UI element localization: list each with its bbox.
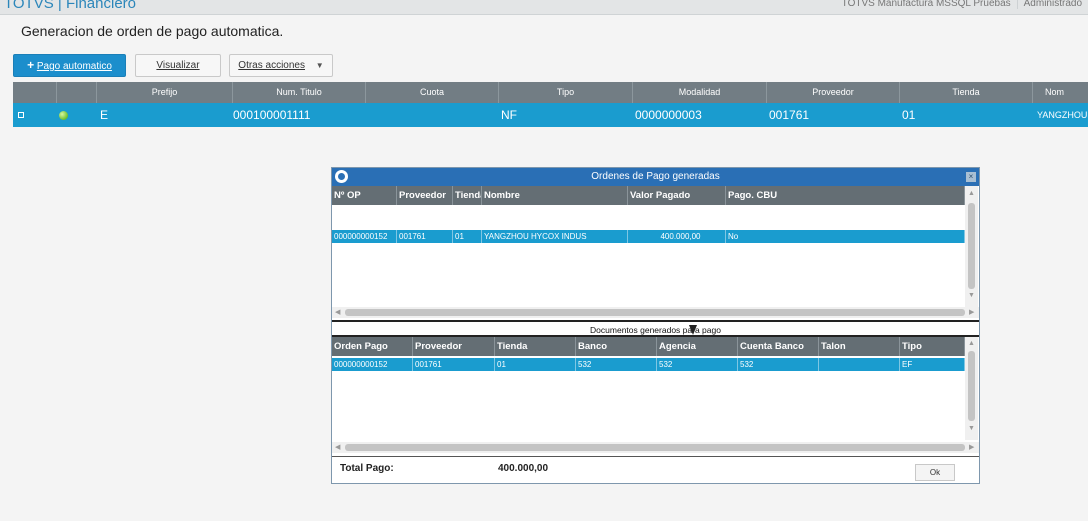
scroll-right-icon[interactable]: ▶: [969, 443, 974, 451]
cell-prefijo: E: [100, 108, 109, 122]
table-row[interactable]: E 000100001111 NF 0000000003 001761 01 Y…: [13, 103, 1088, 127]
cell-banco: 532: [576, 358, 657, 371]
scroll-up-icon[interactable]: ▲: [968, 340, 975, 347]
user-menu[interactable]: Administrado: [1016, 0, 1088, 9]
cell-proveedor: 001761: [769, 108, 810, 122]
scroll-right-icon[interactable]: ▶: [969, 308, 974, 316]
cell-modalidad: 0000000003: [635, 108, 702, 122]
header-orden-pago[interactable]: Orden Pago: [332, 337, 413, 356]
section-divider: [332, 320, 979, 322]
header-banco[interactable]: Banco: [576, 337, 657, 356]
cell-proveedor-doc: 001761: [413, 358, 495, 371]
row-checkbox[interactable]: [18, 112, 24, 118]
header-talon[interactable]: Talon: [819, 337, 900, 356]
cell-tienda-op: 01: [453, 230, 482, 243]
total-pago-value: 400.000,00: [498, 463, 549, 474]
ok-button[interactable]: Ok: [915, 464, 955, 481]
cell-num-titulo: 000100001111: [233, 108, 311, 122]
scroll-thumb[interactable]: [968, 203, 975, 289]
cell-valor-pagado: 400.000,00: [628, 230, 726, 243]
header-nombre-op[interactable]: Nombre: [482, 186, 628, 205]
pago-automatico-label: Pago automatico: [36, 61, 112, 72]
scroll-thumb[interactable]: [345, 444, 965, 451]
documentos-section-label: Documentos generados para pago: [590, 325, 721, 335]
cell-orden-pago: 000000000152: [332, 358, 413, 371]
documentos-horizontal-scrollbar[interactable]: ◀ ▶: [332, 442, 979, 453]
cell-tienda: 01: [902, 108, 916, 122]
header-num-titulo[interactable]: Num. Titulo: [232, 82, 365, 103]
header-tipo[interactable]: Tipo: [498, 82, 632, 103]
header-agencia[interactable]: Agencia: [657, 337, 738, 356]
header-cuota[interactable]: Cuota: [365, 82, 498, 103]
scroll-left-icon[interactable]: ◀: [335, 443, 340, 451]
ordenes-vertical-scrollbar[interactable]: ▲ ▼: [965, 186, 978, 307]
header-proveedor-op[interactable]: Proveedor: [397, 186, 453, 205]
scroll-down-icon[interactable]: ▼: [968, 425, 975, 432]
documentos-vertical-scrollbar[interactable]: ▲ ▼: [965, 337, 978, 440]
mouse-cursor-icon: [689, 325, 697, 335]
status-green-icon: [59, 111, 68, 120]
header-pago-cbu[interactable]: Pago. CBU: [726, 186, 965, 205]
scroll-thumb[interactable]: [345, 309, 965, 316]
header-proveedor[interactable]: Proveedor: [766, 82, 899, 103]
cell-proveedor-op: 001761: [397, 230, 453, 243]
cell-talon: [819, 358, 900, 371]
cell-tipo: NF: [501, 108, 517, 122]
app-title[interactable]: TOTVS | Financiero: [4, 0, 136, 12]
footer-divider: [332, 456, 979, 457]
top-right-info: TOTVS Manufactura MSSQL Pruebas Administr…: [836, 0, 1088, 9]
header-select-col: [13, 82, 56, 103]
header-valor-pagado[interactable]: Valor Pagado: [628, 186, 726, 205]
cell-tienda-doc: 01: [495, 358, 576, 371]
cell-nro-op: 000000000152: [332, 230, 397, 243]
environment-label[interactable]: TOTVS Manufactura MSSQL Pruebas: [836, 0, 1017, 9]
scroll-thumb[interactable]: [968, 351, 975, 421]
header-nombre[interactable]: Nom: [1032, 82, 1088, 103]
cell-agencia: 532: [657, 358, 738, 371]
page-title: Generacion de orden de pago automatica.: [21, 23, 284, 39]
otras-acciones-button[interactable]: Otras acciones ▼: [229, 54, 333, 77]
header-proveedor-doc[interactable]: Proveedor: [413, 337, 495, 356]
header-tienda-doc[interactable]: Tienda: [495, 337, 576, 356]
totvs-logo-icon: [335, 170, 348, 183]
dialog-title: Ordenes de Pago generadas: [591, 171, 720, 182]
ordenes-horizontal-scrollbar[interactable]: ◀ ▶: [332, 307, 979, 318]
cell-cuenta-banco: 532: [738, 358, 819, 371]
header-tienda-op[interactable]: Tienda: [453, 186, 482, 205]
scroll-down-icon[interactable]: ▼: [968, 292, 975, 299]
header-modalidad[interactable]: Modalidad: [632, 82, 766, 103]
otras-acciones-label: Otras acciones: [238, 60, 305, 71]
header-cuenta-banco[interactable]: Cuenta Banco: [738, 337, 819, 356]
chevron-down-icon: ▼: [315, 61, 324, 70]
header-tienda[interactable]: Tienda: [899, 82, 1032, 103]
cell-pago-cbu: No: [726, 230, 965, 243]
visualizar-label: Visualizar: [156, 60, 200, 71]
cell-nombre-op: YANGZHOU HYCOX INDUS: [482, 230, 628, 243]
header-tipo-doc[interactable]: Tipo: [900, 337, 965, 356]
header-prefijo[interactable]: Prefijo: [96, 82, 232, 103]
header-nro-op[interactable]: Nº OP: [332, 186, 397, 205]
close-icon[interactable]: ×: [966, 172, 976, 182]
scroll-left-icon[interactable]: ◀: [335, 308, 340, 316]
cell-tipo-doc: EF: [900, 358, 965, 371]
header-status-col: [56, 82, 96, 103]
ordenes-pago-dialog: Ordenes de Pago generadas × Nº OP Provee…: [331, 167, 980, 484]
visualizar-button[interactable]: Visualizar: [135, 54, 221, 77]
plus-icon: +: [27, 58, 35, 72]
ordenes-grid: Nº OP Proveedor Tienda Nombre Valor Paga…: [332, 186, 965, 307]
cell-nombre: YANGZHOU: [1037, 110, 1088, 120]
documentos-grid: Orden Pago Proveedor Tienda Banco Agenci…: [332, 337, 965, 440]
pago-automatico-button[interactable]: + Pago automatico: [13, 54, 126, 77]
grid-header: Prefijo Num. Titulo Cuota Tipo Modalidad…: [13, 82, 1088, 103]
top-bar: TOTVS | Financiero TOTVS Manufactura MSS…: [0, 0, 1088, 15]
scroll-up-icon[interactable]: ▲: [968, 190, 975, 197]
dialog-title-bar: Ordenes de Pago generadas ×: [332, 168, 979, 186]
total-pago-label: Total Pago:: [340, 463, 394, 474]
